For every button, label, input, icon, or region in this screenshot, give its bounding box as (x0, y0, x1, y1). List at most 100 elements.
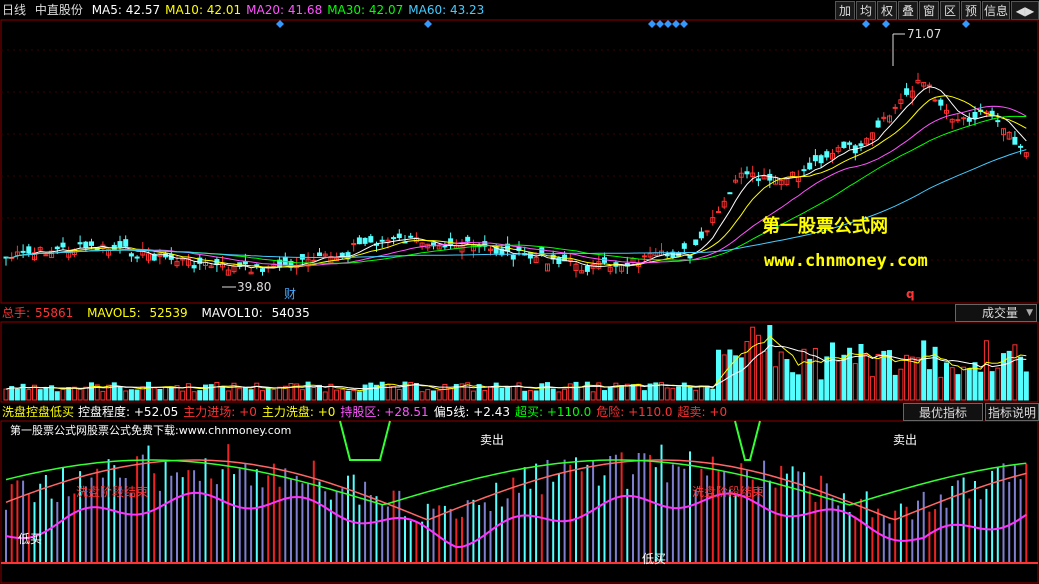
candle-body (744, 171, 750, 175)
indicator-value-item: 危险: +110.0 (596, 405, 673, 419)
volume-bar (647, 383, 653, 401)
candle-body (43, 254, 49, 257)
candle-body (351, 243, 357, 246)
candle-body (60, 242, 66, 248)
candle-body (938, 99, 944, 106)
volume-bar (168, 386, 174, 401)
volume-bar (738, 357, 744, 401)
volume-bar (436, 389, 442, 401)
low-buy-label: 低买 (18, 532, 42, 546)
volume-bar (43, 387, 49, 401)
candle-body (356, 237, 362, 245)
volume-bar (602, 390, 607, 401)
volume-bar (801, 348, 807, 401)
volume-bar (37, 389, 43, 401)
volume-header: 总手: 55861 MAVOL5: 52539 MAVOL10: 54035 (2, 304, 320, 322)
volume-bar (904, 354, 910, 401)
best-indicator-button[interactable]: 最优指标 (903, 403, 983, 421)
volume-bar (750, 326, 756, 401)
candle-body (20, 250, 26, 253)
volume-bar (858, 343, 864, 401)
volume-bar (425, 389, 431, 401)
volume-bar (431, 390, 436, 401)
indicator-caption: 第一股票公式网股票公式免费下载:www.chnmoney.com (10, 423, 291, 437)
volume-bar (322, 391, 328, 401)
candle-body (704, 230, 710, 233)
volume-bar (721, 354, 727, 401)
volume-bar (499, 387, 505, 401)
volume-bar (362, 384, 368, 401)
volume-bar (157, 389, 163, 401)
candle-body (26, 246, 32, 254)
volume-bar (909, 356, 915, 401)
volume-bar (20, 383, 26, 401)
candle-body (892, 106, 898, 109)
mavol5-value: 52539 (149, 306, 188, 320)
volume-bar (237, 387, 243, 401)
volume-bar (567, 383, 573, 401)
candle-body (442, 245, 448, 248)
volume-bar (641, 390, 647, 401)
volume-ma-line (5, 344, 1027, 390)
overbought-pulse (339, 420, 391, 461)
candle-body (841, 141, 847, 148)
volume-bar (123, 390, 129, 401)
volume-bar (522, 390, 528, 401)
volume-bar (448, 387, 454, 401)
volume-bar (242, 386, 248, 401)
volume-bar (579, 386, 585, 401)
candle-body (1012, 136, 1018, 145)
volume-bar (733, 355, 739, 401)
volume-bar (824, 356, 830, 401)
volume-bar (784, 359, 790, 401)
volume-bar (1018, 356, 1024, 401)
volume-bar (716, 349, 721, 401)
q-marker: q (906, 287, 915, 301)
indicator-value-item: 超买: +110.0 (514, 405, 592, 419)
candle-body (961, 117, 967, 120)
volume-bar (317, 384, 322, 401)
volume-bar (693, 389, 699, 401)
volume-bar (989, 371, 995, 401)
volume-bar (778, 351, 784, 401)
volume-bar (966, 368, 972, 401)
signal-diamond-icon (862, 20, 870, 28)
low-buy-label: 低买 (642, 552, 666, 566)
volume-bar (334, 389, 340, 401)
candle-body (932, 99, 938, 102)
volume-bar (254, 382, 260, 401)
volume-bar (687, 386, 693, 401)
volume-bar (391, 386, 397, 401)
overbought-pulse (734, 420, 761, 461)
indicator-header: 洗盘控盘低买 控盘程度: +52.05 主力进场: +0 主力洗盘: +0 持股区: +… (2, 403, 737, 421)
indicator-help-button[interactable]: 指标说明 (985, 403, 1039, 421)
volume-bar (66, 387, 72, 401)
volume-bar (299, 389, 305, 401)
volume-bar (339, 389, 345, 401)
moving-average-line (5, 95, 1027, 268)
volume-indicator-select[interactable]: 成交量 (955, 304, 1037, 322)
volume-bar (185, 383, 191, 401)
volume-bar (128, 389, 134, 401)
stock-chart[interactable]: 71.07 39.80 财 q 第一股票公式网 www.chnmoney.com 第一股票公… (0, 0, 1039, 584)
candle-body (693, 239, 699, 246)
candle-body (260, 268, 265, 272)
high-price-label: 71.07 (907, 27, 941, 41)
signal-diamond-icon (882, 20, 890, 28)
volume-bar (864, 353, 870, 401)
volume-bar (214, 381, 220, 401)
volume-bar (995, 367, 1001, 401)
volume-bar (841, 354, 847, 401)
volume-bar (892, 374, 898, 401)
volume-bar (852, 363, 858, 401)
indicator-value-item: 主力洗盘: +0 (261, 405, 336, 419)
volume-bar (921, 340, 927, 401)
volume-bar (727, 349, 733, 401)
volume-bar (869, 376, 875, 401)
candle-body (362, 237, 368, 244)
volume-bar (151, 387, 157, 401)
candle-body (664, 254, 670, 257)
volume-bar (134, 389, 140, 401)
candle-body (858, 143, 864, 147)
volume-bar (54, 391, 60, 401)
